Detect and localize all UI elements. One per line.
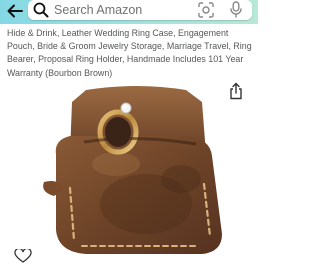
camera-scan-icon[interactable] [198,2,214,18]
top-search-bar: Search Amazon [0,0,258,24]
search-input[interactable]: Search Amazon [54,2,142,18]
back-button[interactable] [4,1,26,21]
microphone-icon[interactable] [228,1,244,18]
product-image[interactable] [26,84,236,258]
wishlist-button[interactable] [14,247,32,263]
heart-icon [14,247,32,263]
search-box[interactable]: Search Amazon [28,0,252,20]
search-icon [33,2,49,18]
back-arrow-icon [7,4,23,18]
product-title[interactable]: Hide & Drink, Leather Wedding Ring Case,… [7,27,255,80]
